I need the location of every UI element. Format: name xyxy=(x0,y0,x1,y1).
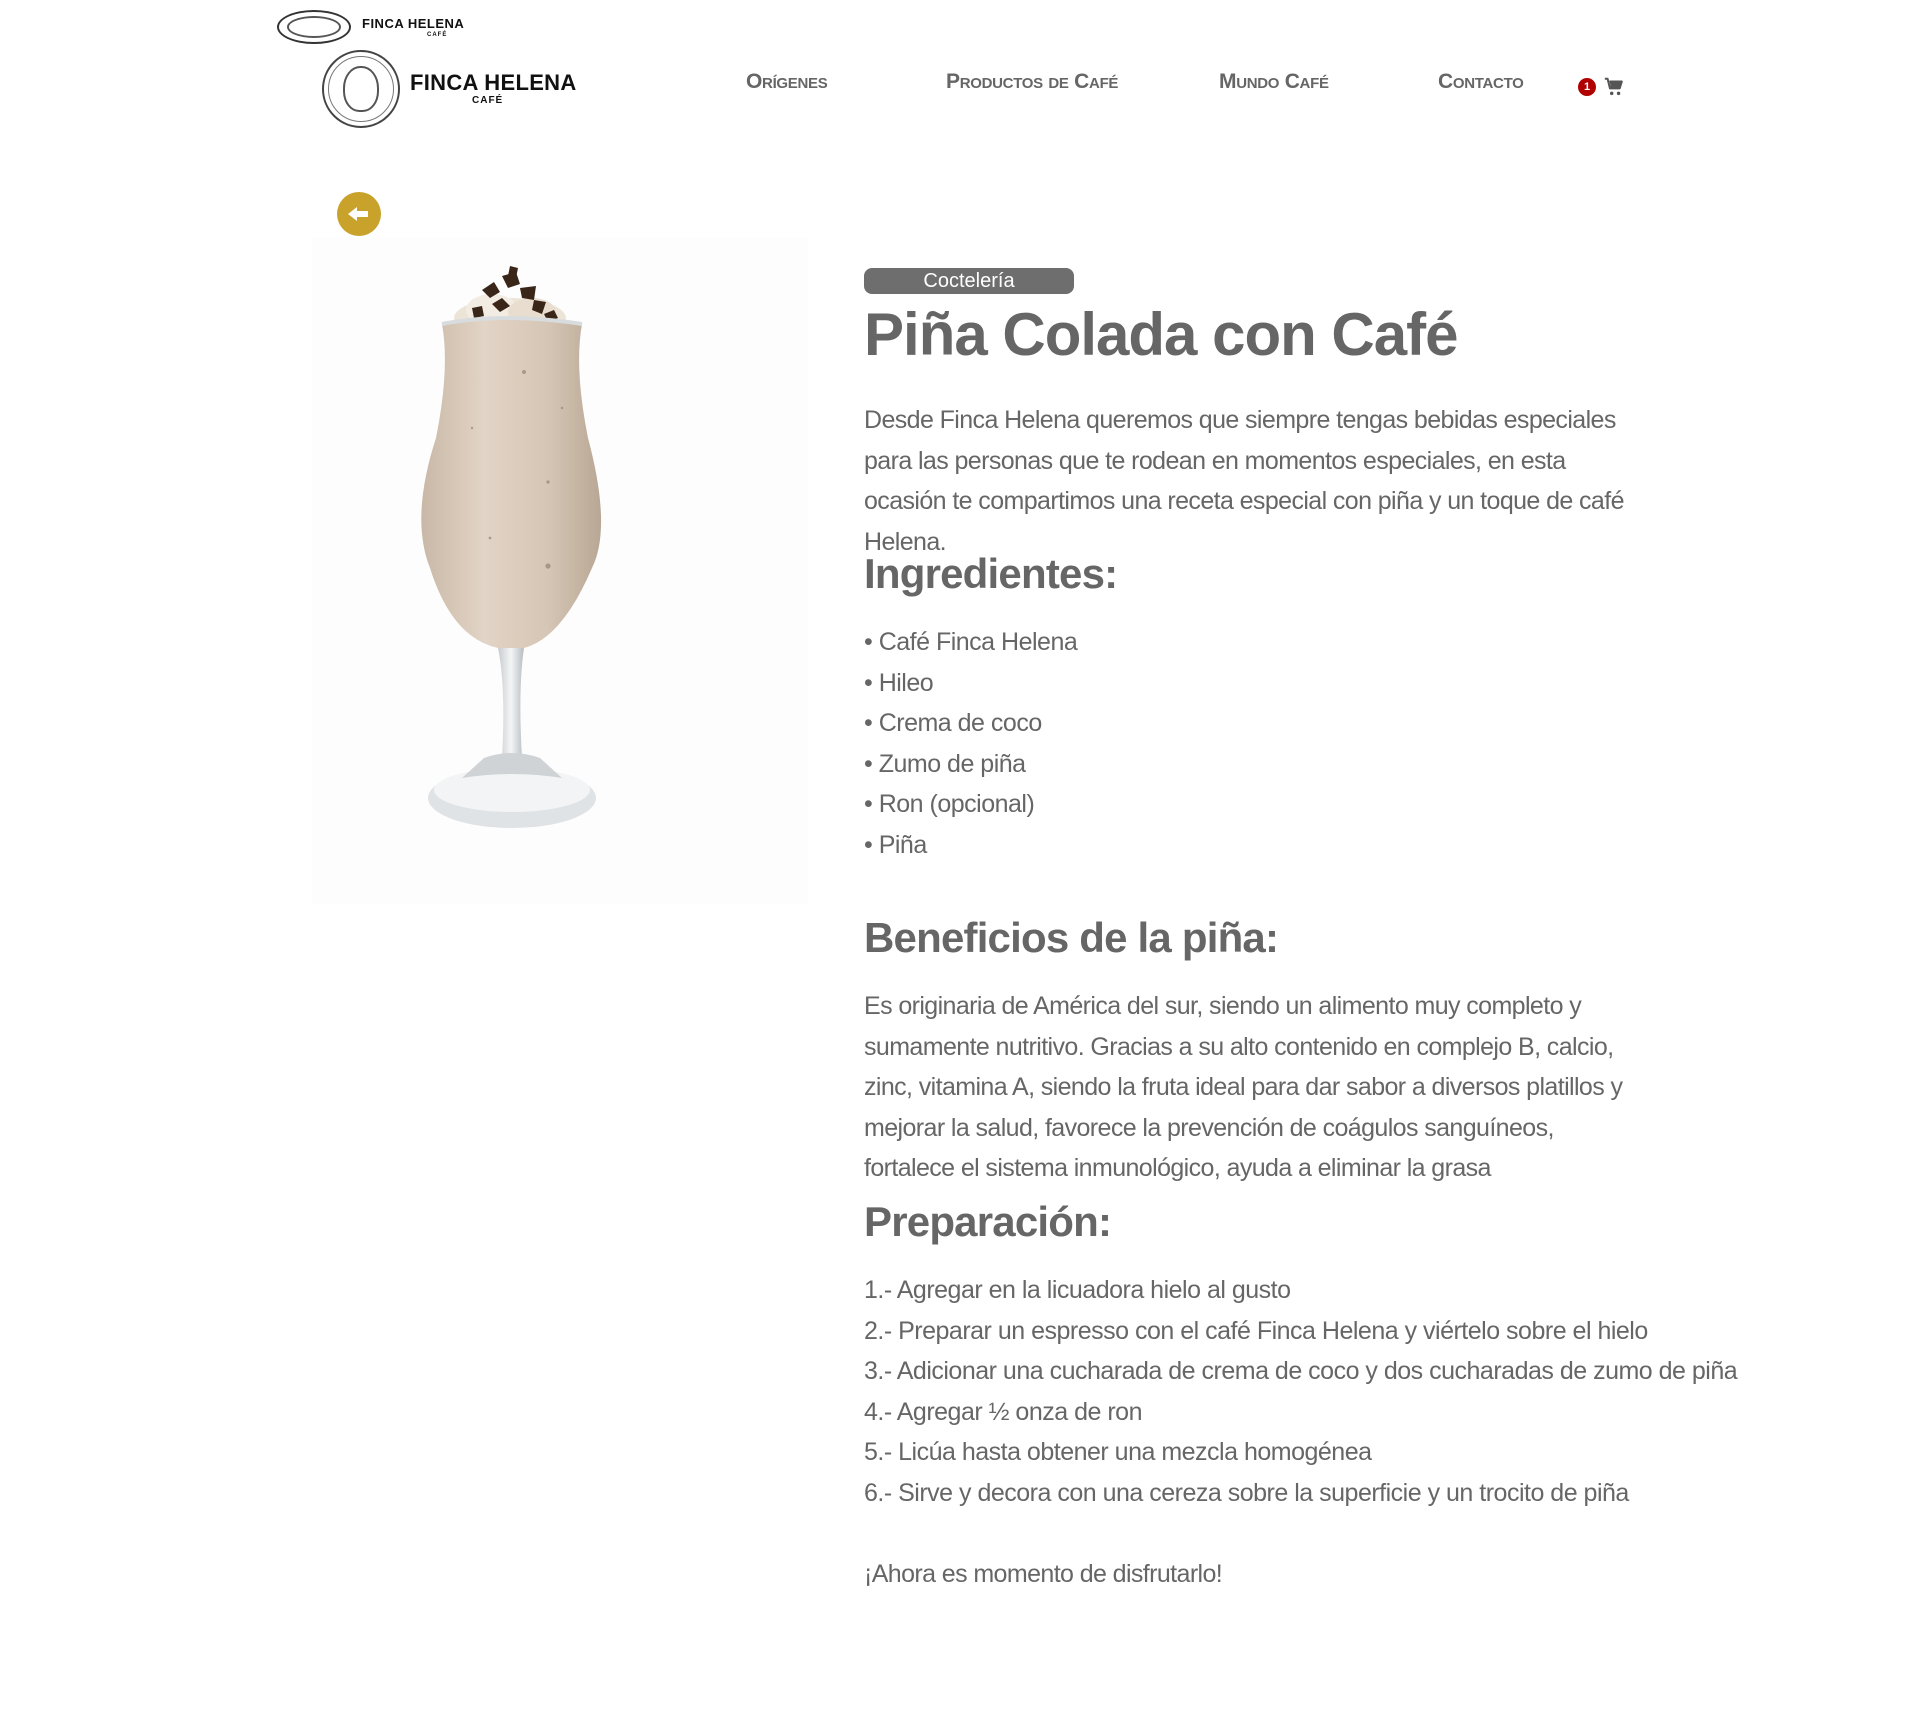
preparation-step: 6.- Sirve y decora con una cereza sobre … xyxy=(864,1478,1629,1507)
ingredient-item: • Piña xyxy=(864,830,927,859)
site-logo[interactable]: FINCA HELENA CAFÉ xyxy=(322,50,582,130)
ingredient-item: • Hileo xyxy=(864,668,934,697)
back-button[interactable] xyxy=(337,192,381,236)
logo-emblem-icon xyxy=(277,10,351,44)
nav-origenes[interactable]: Orígenes xyxy=(746,70,828,94)
preparation-step: 2.- Preparar un espresso con el café Fin… xyxy=(864,1316,1648,1345)
nav-productos-de-cafe[interactable]: Productos de Café xyxy=(946,70,1118,94)
ingredient-item: • Café Finca Helena xyxy=(864,628,1078,656)
cart-button[interactable]: 1 xyxy=(1578,74,1628,98)
intro-paragraph: Desde Finca Helena queremos que siempre … xyxy=(864,406,1624,556)
ingredient-item: • Crema de coco xyxy=(864,709,1042,737)
preparation-steps: 1.- Agregar en la licuadora hielo al gus… xyxy=(864,1270,1738,1513)
mini-logo[interactable]: FINCA HELENA CAFÉ xyxy=(277,10,517,46)
ingredients-heading: Ingredientes: xyxy=(864,550,1118,597)
logo-sub: CAFÉ xyxy=(472,95,504,106)
arrow-left-icon xyxy=(348,207,368,221)
page-title: Piña Colada con Café xyxy=(864,301,1458,368)
preparation-step: 5.- Licúa hasta obtener una mezcla homog… xyxy=(864,1438,1372,1466)
benefits-paragraph: Es originaria de América del sur, siendo… xyxy=(864,992,1623,1182)
mini-logo-sub: CAFÉ xyxy=(427,32,448,38)
nav-mundo-cafe[interactable]: Mundo Café xyxy=(1219,70,1329,94)
preparation-step: 3.- Adicionar una cucharada de crema de … xyxy=(864,1357,1738,1385)
ingredients-list: • Café Finca Helena • Hileo • Crema de c… xyxy=(864,622,1078,865)
helena-face-icon xyxy=(322,50,400,128)
pina-colada-glass-image xyxy=(421,266,602,828)
cart-count-badge: 1 xyxy=(1578,78,1596,96)
ingredient-item: • Ron (opcional) xyxy=(864,790,1035,818)
preparation-step: 1.- Agregar en la licuadora hielo al gus… xyxy=(864,1276,1291,1304)
closing-text: ¡Ahora es momento de disfrutarlo! xyxy=(864,1560,1223,1588)
nav-contacto[interactable]: Contacto xyxy=(1438,70,1524,94)
preparation-heading: Preparación: xyxy=(864,1198,1112,1245)
mini-logo-brand: FINCA HELENA xyxy=(362,16,465,31)
shopping-cart-icon xyxy=(1604,77,1623,96)
preparation-step: 4.- Agregar ½ onza de ron xyxy=(864,1397,1142,1426)
category-badge[interactable]: Coctelería xyxy=(864,268,1074,294)
ingredient-item: • Zumo de piña xyxy=(864,749,1026,778)
product-image xyxy=(312,238,808,904)
logo-brand: FINCA HELENA xyxy=(410,70,577,95)
benefits-heading: Beneficios de la piña: xyxy=(864,914,1279,961)
